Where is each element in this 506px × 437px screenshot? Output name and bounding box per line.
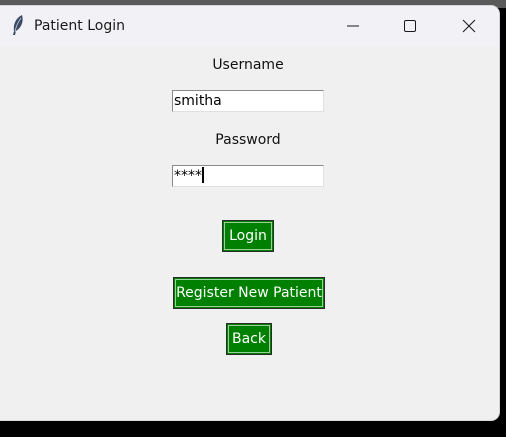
username-value: smitha [174,93,222,109]
text-cursor [202,166,204,183]
minimize-button[interactable] [330,6,376,46]
login-button[interactable]: Login [222,220,274,252]
close-button[interactable] [446,6,492,46]
password-label: Password [215,132,281,148]
feather-icon [10,14,26,36]
password-input[interactable]: **** [172,165,324,187]
minimize-icon [347,25,359,27]
window-title: Patient Login [34,18,125,34]
title-bar[interactable]: Patient Login [0,6,499,46]
patient-login-window: Patient Login Username smitha Password *… [0,6,499,420]
username-input[interactable]: smitha [172,90,324,112]
maximize-button[interactable] [387,6,433,46]
maximize-icon [404,20,416,32]
username-label: Username [212,57,284,73]
back-button[interactable]: Back [226,323,272,355]
close-icon [462,19,476,33]
password-value: **** [174,168,202,184]
register-new-patient-button[interactable]: Register New Patient [173,277,325,309]
